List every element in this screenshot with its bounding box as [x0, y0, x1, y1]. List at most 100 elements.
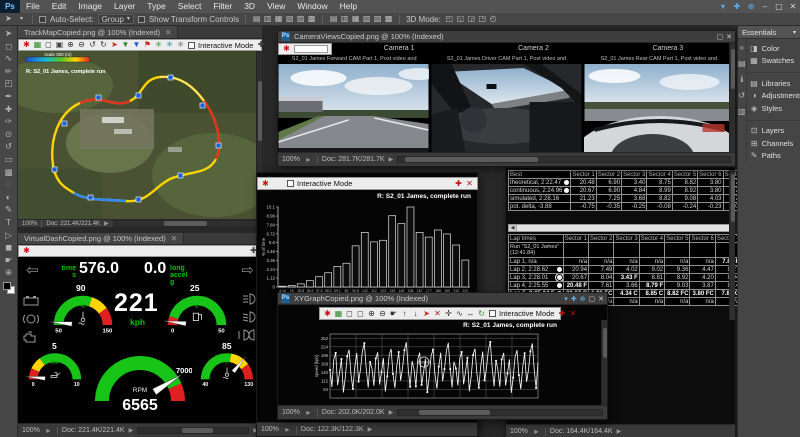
color-swatches[interactable]: [3, 282, 15, 294]
menu-3d[interactable]: 3D: [238, 0, 261, 13]
dist-top-icon[interactable]: ▤: [329, 14, 338, 24]
workspace-switcher[interactable]: Essentials ▾: [738, 26, 800, 39]
meas-cross-icon[interactable]: ✛: [444, 309, 453, 319]
lap-radio[interactable]: [564, 180, 569, 185]
meas-span-icon[interactable]: ↔: [466, 309, 475, 319]
meas-wave-icon[interactable]: ∿: [455, 309, 464, 319]
xy-window-titlebar[interactable]: Ps XYGraphCopied.png @ 100% (Indexed) ▾ …: [278, 293, 607, 305]
menu-window[interactable]: Window: [291, 0, 333, 13]
menu-layer[interactable]: Layer: [108, 0, 141, 13]
table-icon[interactable]: ▦: [334, 309, 343, 319]
marker-red-icon[interactable]: ✱: [282, 44, 291, 54]
app-blue-control-icon[interactable]: ▾: [716, 2, 730, 11]
lasso-tool[interactable]: ∿: [2, 52, 16, 65]
gradient-tool[interactable]: ▩: [2, 166, 16, 179]
eyedropper-tool[interactable]: ✒: [2, 90, 16, 103]
export-icon[interactable]: ▸: [283, 425, 292, 435]
preset-chevron-icon[interactable]: ▾: [17, 14, 26, 24]
cursor-up-icon[interactable]: ↑: [400, 309, 409, 319]
interactive-mode-toggle[interactable]: Interactive Mode: [188, 41, 253, 50]
interactive-mode-checkbox[interactable]: [287, 180, 294, 187]
menu-select[interactable]: Select: [172, 0, 208, 13]
pen-tool[interactable]: ✎: [2, 203, 16, 216]
node-a-icon[interactable]: ✳: [154, 40, 163, 50]
dist-middle-icon[interactable]: ▥: [340, 14, 349, 24]
eraser-tool[interactable]: ▭: [2, 153, 16, 166]
move-dock-icon[interactable]: ✚: [571, 295, 577, 303]
table-row[interactable]: Lap 4, 2:25.5520.48 F7.613.668.79 F9.033…: [509, 282, 738, 290]
camera2-driver-image[interactable]: [431, 64, 582, 152]
panel-tab-adjustments[interactable]: ◑Adjustments: [747, 90, 800, 103]
trackmap-canvas[interactable]: scale 300 (m) R: S2_01 James, complete r…: [18, 51, 262, 219]
pin-green-icon[interactable]: ▼: [121, 40, 130, 50]
zoom-level[interactable]: 100%: [22, 221, 37, 227]
app-close-icon[interactable]: ✕: [786, 2, 800, 11]
camera-toolbar-field[interactable]: [294, 45, 328, 53]
close-icon[interactable]: ✕: [598, 295, 604, 303]
align-right-icon[interactable]: ▩: [307, 14, 316, 24]
comment-icon[interactable]: ▥: [738, 107, 746, 116]
align-middle-icon[interactable]: ▥: [263, 14, 272, 24]
panel-tab-channels[interactable]: ⊞Channels: [747, 137, 800, 150]
info-icon[interactable]: ℹ: [740, 75, 743, 84]
app-blue-control-icon[interactable]: ✚: [730, 2, 744, 11]
marker-red-icon[interactable]: ✱: [22, 40, 31, 50]
maximize-icon[interactable]: ▢: [717, 33, 724, 41]
healing-tool[interactable]: ✚: [2, 103, 16, 116]
menu-edit[interactable]: Edit: [46, 0, 73, 13]
panel-tab-libraries[interactable]: ▤Libraries: [747, 77, 800, 90]
move-tool-preset-icon[interactable]: ➤: [4, 14, 13, 24]
blur-tool[interactable]: ◌: [2, 178, 16, 191]
refresh-icon[interactable]: ↻: [477, 309, 486, 319]
xy-hscrollbar[interactable]: [397, 409, 603, 416]
path-select-tool[interactable]: ▷: [2, 229, 16, 242]
interactive-mode-toggle[interactable]: Interactive Mode: [287, 179, 352, 188]
panel-tab-color[interactable]: ◨Color: [747, 42, 800, 55]
quick-select-tool[interactable]: ✏: [2, 65, 16, 78]
properties-icon[interactable]: ▤: [738, 59, 746, 68]
history-brush-tool[interactable]: ↺: [2, 140, 16, 153]
marker-red-icon[interactable]: ✱: [261, 179, 270, 189]
lap-radio[interactable]: [557, 275, 562, 280]
roll-3d-icon[interactable]: ◱: [456, 14, 465, 24]
frame-icon[interactable]: ◻: [44, 40, 53, 50]
auto-select-dropdown[interactable]: Group▾: [98, 14, 134, 24]
align-top-icon[interactable]: ▤: [252, 14, 261, 24]
crop-tool[interactable]: ◰: [2, 77, 16, 90]
table-row[interactable]: simulated, 2:28.1621.237.253.688.829.084…: [509, 195, 738, 203]
dist-right-icon[interactable]: ▩: [384, 14, 393, 24]
menu-help[interactable]: Help: [334, 0, 363, 13]
export-icon[interactable]: ▸: [304, 408, 313, 418]
scale-3d-icon[interactable]: ◴: [489, 14, 498, 24]
clone-stamp-tool[interactable]: ⊙: [2, 128, 16, 141]
collapse-icon[interactable]: «: [740, 43, 744, 52]
drag-3d-icon[interactable]: ◲: [467, 14, 476, 24]
trackmap-hscrollbar[interactable]: [113, 220, 258, 227]
cursor-down-icon[interactable]: ↓: [411, 309, 420, 319]
node-b-icon[interactable]: ✳: [165, 40, 174, 50]
zoom-out-icon[interactable]: ⊖: [378, 309, 387, 319]
menu-filter[interactable]: Filter: [207, 0, 238, 13]
car-icon[interactable]: ➤: [422, 309, 431, 319]
close-icon[interactable]: ✕: [465, 179, 474, 189]
dist-bottom-icon[interactable]: ▦: [351, 14, 360, 24]
dist-left-icon[interactable]: ▧: [362, 14, 371, 24]
history-icon[interactable]: ↺: [738, 91, 745, 100]
panel-tab-styles[interactable]: ◈Styles: [747, 102, 800, 115]
camera1-forward-image[interactable]: [278, 64, 429, 152]
zoom-level[interactable]: 100%: [22, 427, 40, 434]
overlay-icon[interactable]: ▣: [55, 40, 64, 50]
marker-red-icon[interactable]: ✱: [22, 246, 31, 256]
virtual-dashboard[interactable]: ⇦ ⇨ times 576.0 0.0 long accelg 90 25 5 …: [18, 257, 262, 423]
table-row[interactable]: continuous, 2:24.9620.676.904.848.998.92…: [509, 187, 738, 195]
align-bottom-icon[interactable]: ▦: [274, 14, 283, 24]
align-left-icon[interactable]: ▧: [285, 14, 294, 24]
pan-icon[interactable]: ☛: [389, 309, 398, 319]
interactive-mode-toggle[interactable]: Interactive Mode: [489, 309, 554, 318]
panel-tab-layers[interactable]: ⊡Layers: [747, 125, 800, 138]
meas-x-icon[interactable]: ✕: [433, 309, 442, 319]
export-icon[interactable]: ▸: [532, 427, 541, 437]
panel-tab-swatches[interactable]: ▦Swatches: [747, 55, 800, 68]
export-icon[interactable]: ▸: [44, 426, 53, 436]
xy-vscrollbar[interactable]: [601, 320, 607, 405]
